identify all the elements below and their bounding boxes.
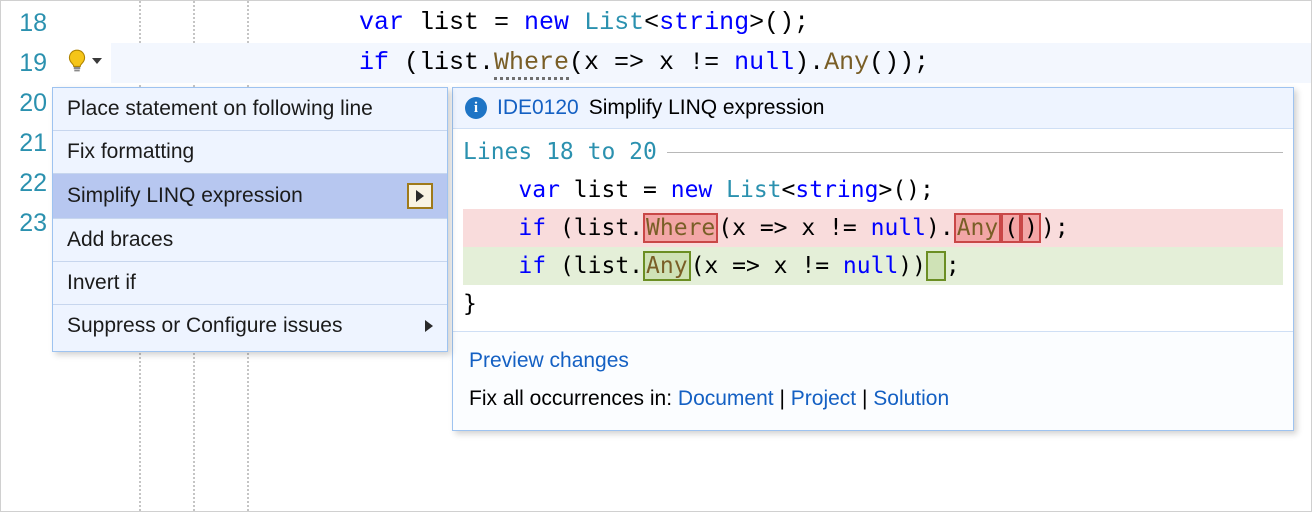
diff-context-line: var list = new List<string>();: [463, 171, 1283, 209]
fix-scope-solution[interactable]: Solution: [873, 387, 949, 410]
quick-actions-lightbulb[interactable]: [57, 45, 109, 77]
line-number-gutter: 18 19 20 21 22 23: [1, 1, 55, 511]
line-number: 18: [1, 3, 47, 43]
preview-caption: Lines 18 to 20: [463, 133, 1283, 171]
line-number: 20: [1, 83, 47, 123]
code-line[interactable]: var list = new List<string>();: [111, 3, 1311, 43]
chevron-right-icon: [425, 320, 433, 332]
preview-footer: Preview changes Fix all occurrences in: …: [453, 331, 1293, 430]
quick-actions-menu: Place statement on following line Fix fo…: [52, 87, 448, 352]
submenu-expander[interactable]: [407, 183, 433, 209]
chevron-down-icon: [92, 58, 102, 64]
preview-diff: Lines 18 to 20 var list = new List<strin…: [453, 129, 1293, 331]
fix-preview-panel: i IDE0120 Simplify LINQ expression Lines…: [452, 87, 1294, 431]
rule-id[interactable]: IDE0120: [497, 96, 579, 120]
info-icon: i: [465, 97, 487, 119]
diff-context-line: }: [463, 285, 1283, 323]
rule-title: Simplify LINQ expression: [589, 96, 825, 120]
line-number: 23: [1, 203, 47, 243]
preview-header: i IDE0120 Simplify LINQ expression: [453, 88, 1293, 129]
qa-item-add-braces[interactable]: Add braces: [53, 219, 447, 261]
qa-item-place-statement[interactable]: Place statement on following line: [53, 88, 447, 130]
fix-scope-project[interactable]: Project: [791, 387, 856, 410]
qa-item-fix-formatting[interactable]: Fix formatting: [53, 131, 447, 173]
qa-item-simplify-linq[interactable]: Simplify LINQ expression: [53, 174, 447, 218]
line-number: 19: [1, 43, 47, 83]
code-line[interactable]: if (list.Where(x => x != null).Any());: [111, 43, 1311, 83]
diff-removed-line: if (list.Where(x => x != null).Any());: [463, 209, 1283, 247]
qa-item-invert-if[interactable]: Invert if: [53, 262, 447, 304]
line-number: 22: [1, 163, 47, 203]
fix-scope-document[interactable]: Document: [678, 387, 774, 410]
chevron-right-icon: [416, 190, 424, 202]
lightbulb-icon: [64, 48, 90, 74]
fix-all-label: Fix all occurrences in:: [469, 387, 678, 410]
qa-item-suppress-configure[interactable]: Suppress or Configure issues: [53, 305, 447, 347]
preview-changes-link[interactable]: Preview changes: [469, 349, 629, 372]
line-number: 21: [1, 123, 47, 163]
diff-added-line: if (list.Any(x => x != null)) ;: [463, 247, 1283, 285]
